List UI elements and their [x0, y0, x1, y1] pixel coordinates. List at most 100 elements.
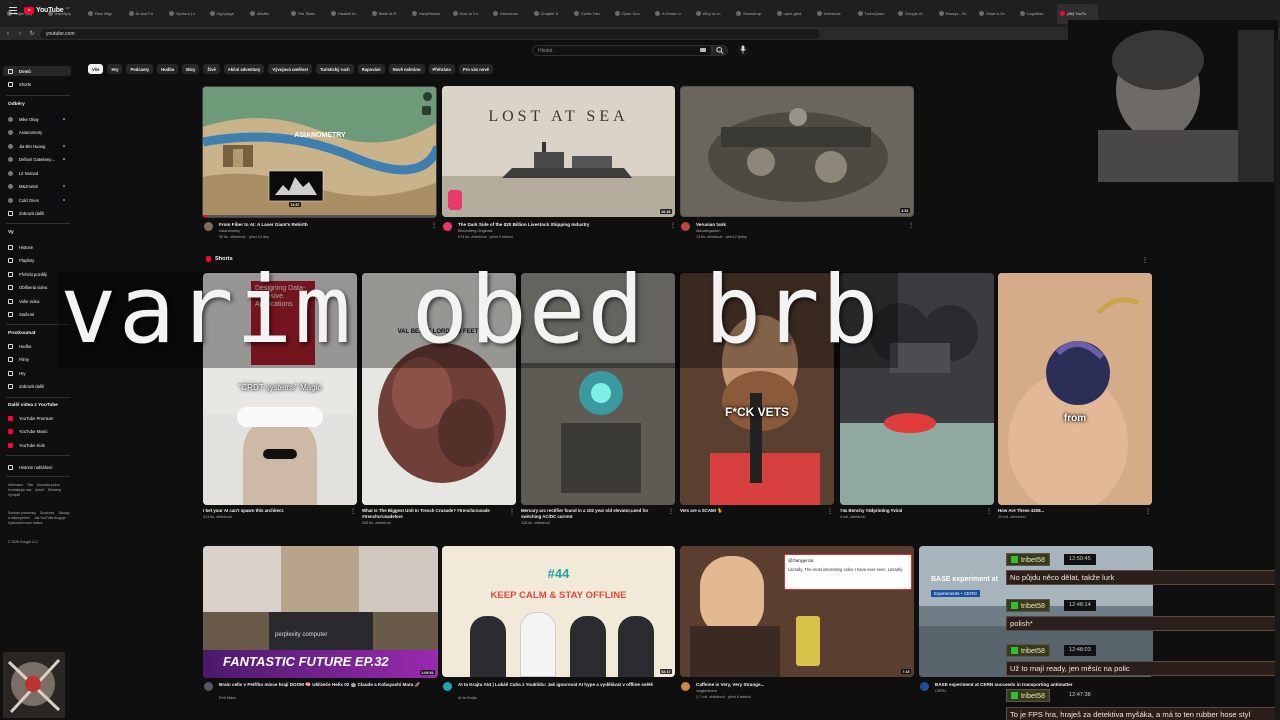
- sidebar-item[interactable]: Lit Nomad: [3, 168, 71, 178]
- you-heading[interactable]: Vy: [8, 230, 14, 235]
- chat-username[interactable]: tribet58: [1006, 598, 1050, 612]
- filter-chip[interactable]: Vývojová umělost: [268, 64, 312, 74]
- channel-avatar[interactable]: [920, 682, 929, 691]
- captions-icon[interactable]: [422, 106, 431, 115]
- video-title[interactable]: BASE experiment at CERN succeeds in tran…: [935, 682, 1135, 688]
- footer-link[interactable]: Kontaktujte nás: [8, 488, 31, 492]
- short-title[interactable]: How Are These 4208...: [998, 508, 1138, 514]
- footer-link[interactable]: Informace: [8, 483, 23, 487]
- video-thumbnail[interactable]: #44 KEEP CALM & STAY OFFLINE 52:17: [442, 546, 675, 677]
- channel-name[interactable]: CERN: [935, 689, 946, 693]
- video-thumbnail[interactable]: 3:51: [680, 86, 914, 217]
- sidebar-item[interactable]: M&Jmetal: [3, 181, 71, 191]
- browser-tab[interactable]: Curtis Yarv: [571, 4, 612, 24]
- video-thumbnail[interactable]: perplexity computer FANTASTIC FUTURE EP.…: [203, 546, 438, 678]
- footer-link[interactable]: Autoři: [35, 488, 44, 492]
- footer-link[interactable]: Vývojáři: [8, 493, 20, 497]
- page-scrollbar[interactable]: [1275, 40, 1280, 720]
- channel-avatar[interactable]: [443, 222, 452, 231]
- browser-tab[interactable]: Open-Sou: [612, 4, 653, 24]
- search-input[interactable]: Hledat: [532, 45, 712, 56]
- voice-search-button[interactable]: [737, 45, 749, 56]
- channel-avatar[interactable]: [204, 682, 213, 691]
- video-thumbnail[interactable]: @Ganyjercia Literally. The most interest…: [680, 546, 914, 677]
- video-title[interactable]: From Fiber to AI: A Laser Giant's Rebirt…: [219, 222, 419, 228]
- filter-chip[interactable]: Nově nahráno: [388, 64, 425, 74]
- chat-username[interactable]: tribet58: [1006, 688, 1050, 702]
- short-title[interactable]: I bet your AI can't spawn this architect…: [203, 508, 343, 514]
- filter-chip[interactable]: Turistický ruch: [316, 64, 354, 74]
- channel-name[interactable]: vlogbrothers: [696, 689, 717, 693]
- hamburger-menu-icon[interactable]: [9, 7, 17, 15]
- footer-link[interactable]: Vyzkoušet nové funkce: [8, 521, 43, 525]
- short-thumbnail[interactable]: from: [998, 273, 1152, 505]
- sidebar-item[interactable]: YouTube Premium: [3, 413, 71, 423]
- filter-chip[interactable]: Živě: [203, 64, 220, 74]
- filter-chip[interactable]: Vše: [88, 64, 104, 74]
- filter-chip[interactable]: Přehráno: [428, 64, 455, 74]
- browser-tab[interactable]: Syntora | s: [166, 4, 207, 24]
- channel-name[interactable]: Asianometry: [219, 229, 240, 233]
- browser-tab[interactable]: Haskell fo: [328, 4, 369, 24]
- sidebar-item[interactable]: Zobrazit další: [3, 381, 71, 391]
- channel-name[interactable]: Idonategarden: [696, 229, 721, 233]
- browser-tab[interactable]: Cognition: [1017, 4, 1058, 24]
- sidebar-item[interactable]: Defiant Gatekeep...: [3, 154, 71, 164]
- browser-tab[interactable]: TurboQuan: [855, 4, 896, 24]
- sidebar-item[interactable]: Shorts: [3, 79, 71, 89]
- filter-chip[interactable]: Hry: [107, 64, 123, 74]
- video-thumbnail[interactable]: LOST AT SEA 26:26: [442, 86, 675, 217]
- browser-tab[interactable]: Why do m: [693, 4, 734, 24]
- more-actions-icon[interactable]: ⋮: [1142, 258, 1148, 264]
- more-actions-icon[interactable]: ⋮: [670, 223, 676, 229]
- forward-icon[interactable]: ›: [16, 31, 24, 37]
- chat-username[interactable]: tribet58: [1006, 643, 1050, 657]
- browser-tab[interactable]: What is Ev: [976, 4, 1017, 24]
- sidebar-item[interactable]: Historie: [3, 242, 71, 252]
- channel-avatar[interactable]: [681, 222, 690, 231]
- browser-tab[interactable]: AI and Fa: [126, 4, 167, 24]
- footer-link[interactable]: Smluvní podmínky: [8, 511, 36, 515]
- browser-tab[interactable]: Democrac: [490, 4, 531, 24]
- browser-tab[interactable]: Chapter 5: [531, 4, 572, 24]
- browser-tab[interactable]: How to Co: [450, 4, 491, 24]
- more-actions-icon[interactable]: ⋮: [986, 509, 992, 515]
- more-actions-icon[interactable]: ⋮: [509, 509, 515, 515]
- more-actions-icon[interactable]: ⋮: [431, 223, 437, 229]
- short-title[interactable]: 74s Benchy #3dprinting #viral: [840, 508, 980, 514]
- mute-icon[interactable]: [423, 92, 432, 101]
- channel-avatar[interactable]: [204, 222, 213, 231]
- sidebar-item[interactable]: Hry: [3, 368, 71, 378]
- channel-name[interactable]: Petr Mára: [219, 696, 236, 700]
- search-button[interactable]: [712, 45, 728, 56]
- video-title[interactable]: Brain cells v Petřího misce hrají DOOM 🧠…: [219, 682, 437, 693]
- youtube-logo[interactable]: YouTube CZ: [24, 6, 70, 14]
- filter-chip[interactable]: Pro vás nové: [458, 64, 493, 74]
- sidebar-item[interactable]: Asianometry: [3, 127, 71, 137]
- keyboard-icon[interactable]: [700, 48, 706, 52]
- short-title[interactable]: Mercury arc rectifier found in a 102 yea…: [521, 508, 661, 519]
- browser-tab[interactable]: Snowdrop: [733, 4, 774, 24]
- sidebar-item[interactable]: Jia-Bin Huang: [3, 141, 71, 151]
- footer-link[interactable]: Reklamy: [48, 488, 61, 492]
- chat-username[interactable]: tribet58: [1006, 552, 1050, 566]
- reload-icon[interactable]: ↻: [28, 30, 36, 37]
- browser-tab[interactable]: Essays - Sc: [936, 4, 977, 24]
- sidebar-item[interactable]: Historie nahlášení: [3, 462, 71, 472]
- sidebar-item[interactable]: YouTube Kids: [3, 440, 71, 450]
- sidebar-item[interactable]: YouTube Music: [3, 426, 71, 436]
- channel-avatar[interactable]: [443, 682, 452, 691]
- sidebar-item[interactable]: Cold Ones: [3, 195, 71, 205]
- browser-tab[interactable]: Inference: [814, 4, 855, 24]
- more-actions-icon[interactable]: ⋮: [350, 509, 356, 515]
- subscriptions-heading[interactable]: Odběry: [8, 102, 25, 107]
- url-field[interactable]: youtube.com: [40, 28, 820, 39]
- filter-chip[interactable]: Akční adventury: [223, 64, 265, 74]
- browser-tab[interactable]: HazyResea: [409, 4, 450, 24]
- sidebar-item[interactable]: Mike Okay: [3, 114, 71, 124]
- channel-avatar[interactable]: [681, 682, 690, 691]
- video-title[interactable]: Caffeine is Very, Very Strange...: [696, 682, 896, 688]
- filter-chip[interactable]: Rapování: [357, 64, 385, 74]
- filter-chip[interactable]: Podcasty: [126, 64, 154, 74]
- video-title[interactable]: The Dark Side of the $20 Billion Livesto…: [458, 222, 658, 228]
